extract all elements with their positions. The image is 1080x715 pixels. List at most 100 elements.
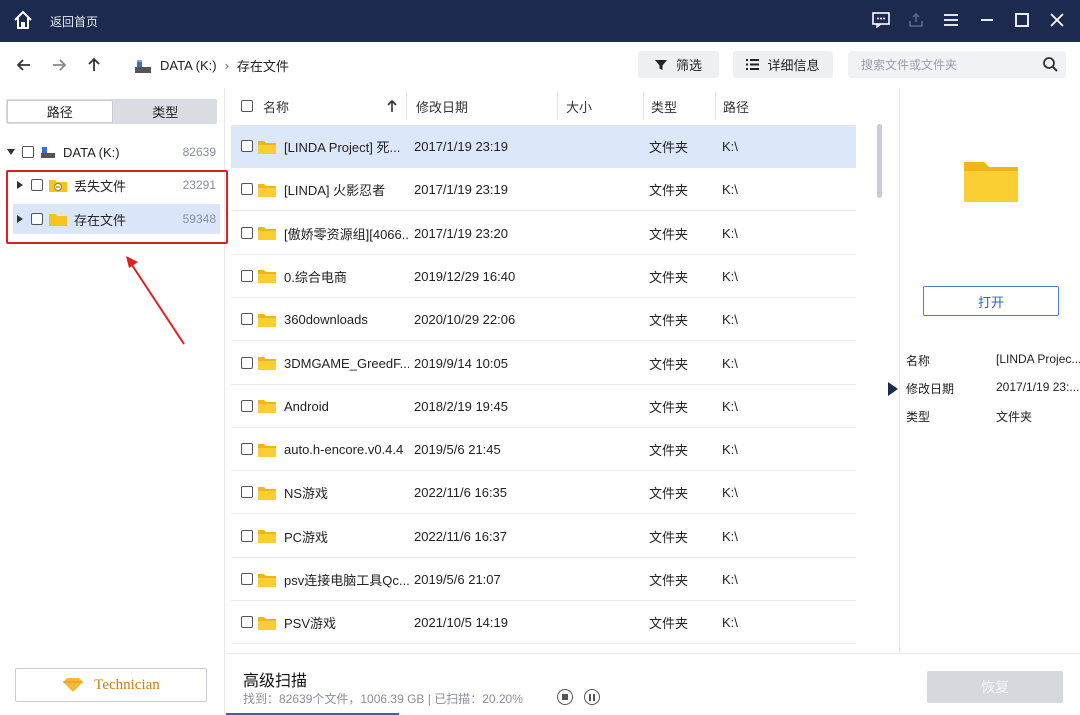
row-name: [傲娇零资源组][4066... — [284, 226, 409, 242]
root-checkbox[interactable] — [22, 146, 34, 158]
select-all-checkbox[interactable] — [241, 100, 253, 112]
tree-root[interactable]: DATA (K:) 82639 — [0, 137, 224, 167]
folder-icon — [257, 342, 277, 385]
feedback-icon[interactable] — [870, 9, 892, 31]
table-row[interactable]: auto.h-encore.v0.4.4 2019/5/6 21:45 文件夹 K:\ — [231, 428, 856, 472]
row-path: K:\ — [722, 615, 738, 631]
table-row[interactable]: 360downloads 2020/10/29 22:06 文件夹 K:\ — [231, 298, 856, 342]
folder-icon — [257, 212, 277, 255]
column-size[interactable]: 大小 — [566, 88, 592, 124]
folder-icon — [257, 471, 277, 514]
search-icon[interactable] — [1042, 56, 1058, 72]
large-folder-icon — [962, 158, 1020, 207]
row-date: 2020/10/29 22:06 — [414, 312, 516, 328]
filter-button[interactable]: 筛选 — [638, 51, 719, 78]
search-box — [848, 51, 1066, 78]
breadcrumb-folder[interactable]: 存在文件 — [237, 56, 289, 75]
table-row[interactable]: [LINDA] 火影忍者 2017/1/19 23:19 文件夹 K:\ — [231, 168, 856, 212]
details-button[interactable]: 详细信息 — [733, 51, 833, 78]
close-icon[interactable] — [1046, 9, 1068, 31]
row-checkbox[interactable] — [241, 399, 253, 412]
back-home-link[interactable]: 返回首页 — [50, 13, 98, 30]
menu-icon[interactable] — [940, 9, 962, 31]
up-arrow-icon[interactable] — [83, 54, 105, 76]
expand-down-icon[interactable] — [7, 149, 15, 155]
recover-button[interactable]: 恢复 — [927, 671, 1063, 703]
table-row[interactable]: PSV游戏 2021/10/5 14:19 文件夹 K:\ — [231, 601, 856, 645]
toolbar: DATA (K:) › 存在文件 筛选 详细信息 — [0, 42, 1080, 88]
row-type: 文件夹 — [649, 356, 689, 372]
scan-info: 找到：82639个文件，1006.39 GB | 已扫描：20.20% — [243, 692, 523, 706]
tree-root-label: DATA (K:) — [63, 144, 120, 160]
row-type: 文件夹 — [649, 183, 689, 199]
breadcrumb-drive[interactable]: DATA (K:) — [160, 58, 217, 73]
row-date: 2019/5/6 21:07 — [414, 572, 501, 587]
tab-type[interactable]: 类型 — [114, 99, 218, 124]
row-checkbox[interactable] — [241, 269, 253, 282]
row-checkbox[interactable] — [241, 356, 253, 369]
prop-value: 文件夹 — [996, 410, 1033, 424]
row-type: 文件夹 — [649, 443, 689, 459]
column-name[interactable]: 名称 — [263, 88, 289, 124]
table-row[interactable]: Android 2018/2/19 19:45 文件夹 K:\ — [231, 385, 856, 428]
column-path[interactable]: 路径 — [723, 88, 749, 124]
row-date: 2021/10/5 14:19 — [414, 615, 508, 631]
tab-path[interactable]: 路径 — [7, 100, 113, 123]
row-checkbox[interactable] — [241, 226, 253, 239]
table-row[interactable]: PC游戏 2022/11/6 16:37 文件夹 K:\ — [231, 515, 856, 558]
open-button[interactable]: 打开 — [923, 286, 1059, 316]
row-checkbox[interactable] — [241, 140, 253, 152]
drive-icon — [40, 145, 56, 159]
forward-arrow-icon[interactable] — [48, 54, 70, 76]
prop-key: 类型 — [906, 410, 931, 424]
row-path: K:\ — [722, 572, 738, 587]
column-divider[interactable] — [715, 92, 716, 120]
row-checkbox[interactable] — [241, 183, 253, 196]
play-icon[interactable] — [888, 382, 898, 399]
row-name: 3DMGAME_GreedF... — [284, 355, 409, 371]
row-name: 0.综合电商 — [284, 269, 347, 285]
prop-key: 修改日期 — [906, 382, 955, 396]
pause-icon[interactable] — [584, 689, 600, 705]
column-type[interactable]: 类型 — [651, 88, 677, 124]
back-arrow-icon[interactable] — [13, 54, 35, 76]
row-name: NS游戏 — [284, 486, 329, 502]
search-input[interactable] — [848, 51, 1028, 78]
row-name: Android — [284, 398, 329, 414]
stop-icon[interactable] — [557, 689, 573, 705]
table-row[interactable]: [LINDA Project] 死... 2017/1/19 23:19 文件夹 K:… — [231, 125, 856, 168]
table-row[interactable]: psv连接电脑工具Qc... 2019/5/6 21:07 文件夹 K:\ — [231, 558, 856, 601]
table-row[interactable]: 3DMGAME_GreedF... 2019/9/14 10:05 文件夹 K:\ — [231, 342, 856, 385]
scrollbar[interactable] — [877, 124, 882, 198]
row-path: K:\ — [722, 485, 738, 501]
technician-button[interactable]: Technician — [15, 668, 207, 702]
row-checkbox[interactable] — [241, 616, 253, 629]
drive-icon — [134, 58, 152, 74]
row-checkbox[interactable] — [241, 529, 253, 542]
row-checkbox[interactable] — [241, 313, 253, 326]
row-path: K:\ — [722, 528, 738, 544]
folder-icon — [257, 601, 277, 644]
table-row[interactable]: NS游戏 2022/11/6 16:35 文件夹 K:\ — [231, 471, 856, 515]
annotation-arrow-icon — [126, 256, 185, 345]
minimize-icon[interactable] — [976, 9, 998, 31]
breadcrumb-chevron-icon: › — [224, 58, 229, 73]
table-row[interactable]: [傲娇零资源组][4066... 2017/1/19 23:20 文件夹 K:\ — [231, 212, 856, 255]
table-row[interactable]: 0.综合电商 2019/12/29 16:40 文件夹 K:\ — [231, 255, 856, 298]
row-checkbox[interactable] — [241, 443, 253, 456]
row-type: 文件夹 — [649, 529, 689, 545]
row-date: 2019/12/29 16:40 — [414, 268, 516, 284]
row-checkbox[interactable] — [241, 573, 253, 585]
home-icon[interactable] — [12, 9, 34, 31]
column-divider[interactable] — [643, 92, 644, 120]
row-checkbox[interactable] — [241, 486, 253, 499]
column-divider[interactable] — [406, 92, 407, 120]
tree-root-count: 82639 — [182, 145, 216, 159]
row-type: 文件夹 — [649, 313, 689, 329]
sort-arrow-icon[interactable] — [387, 88, 397, 124]
maximize-icon[interactable] — [1011, 9, 1033, 31]
row-path: K:\ — [722, 225, 738, 241]
prop-value: [LINDA Projec... — [996, 352, 1080, 366]
column-divider[interactable] — [557, 92, 558, 120]
column-date[interactable]: 修改日期 — [416, 88, 468, 124]
